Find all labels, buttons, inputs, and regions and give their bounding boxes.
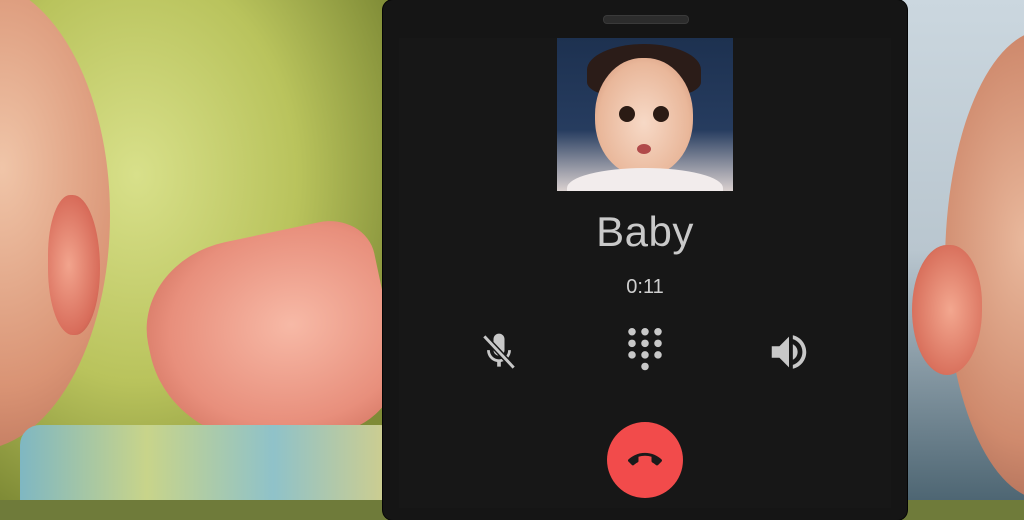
caller-avatar <box>557 38 733 191</box>
end-call-button[interactable] <box>607 422 683 498</box>
dialpad-button[interactable] <box>619 326 671 378</box>
in-call-screen: Baby 0:11 <box>399 38 891 508</box>
background-ear-left <box>48 195 100 335</box>
dialpad-icon <box>628 328 662 371</box>
caller-name: Baby <box>596 208 694 255</box>
earpiece-speaker <box>603 15 689 24</box>
call-controls <box>399 326 891 378</box>
call-end-icon <box>628 452 662 466</box>
phone-frame: Baby 0:11 <box>383 0 907 520</box>
volume-up-icon <box>771 335 807 369</box>
mute-button[interactable] <box>473 326 525 378</box>
mic-off-icon <box>482 333 516 370</box>
background-blanket <box>20 425 400 500</box>
call-duration: 0:11 <box>626 276 664 298</box>
speaker-button[interactable] <box>763 326 815 378</box>
background-ear-right <box>912 245 982 375</box>
